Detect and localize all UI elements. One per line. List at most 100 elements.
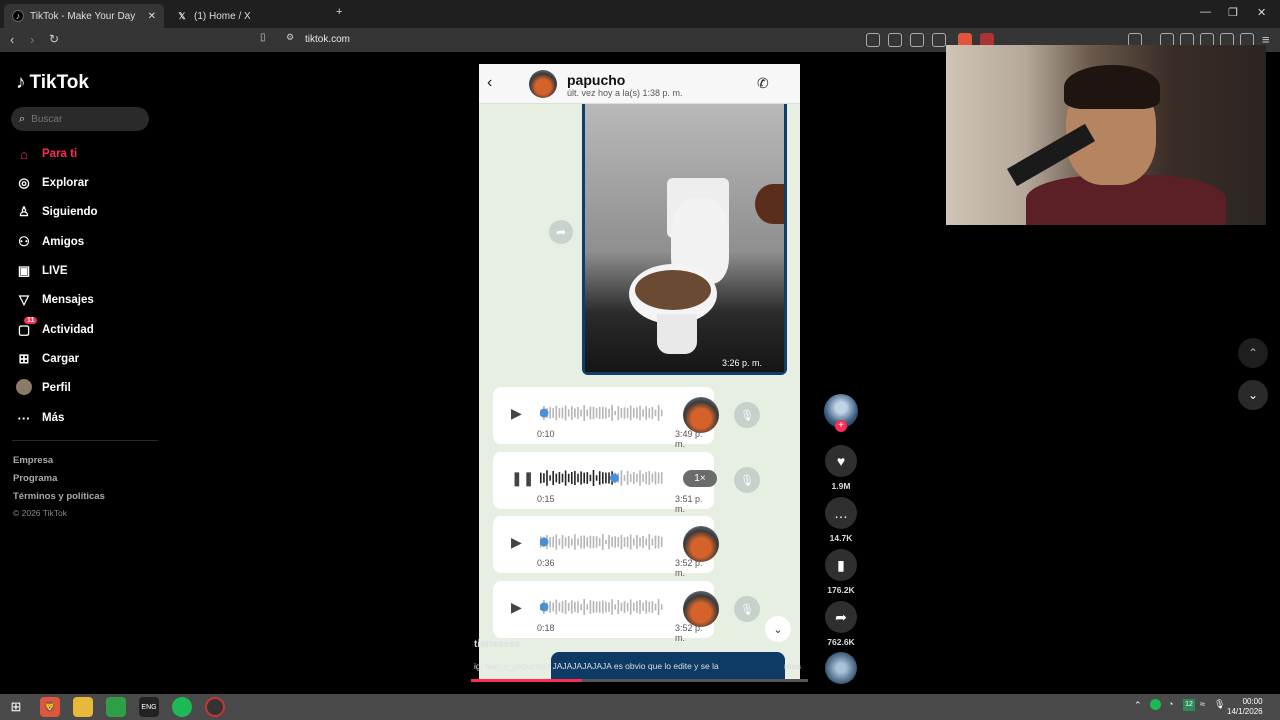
caption-more-link[interactable]: más [784, 661, 801, 671]
new-tab-icon[interactable]: + [336, 6, 342, 18]
waveform-bar [577, 473, 579, 483]
share-arrow-icon[interactable]: ➦ [825, 601, 857, 633]
system-clock[interactable]: 00:00 14/1/2026 [1227, 697, 1263, 717]
microphone-tray-icon[interactable]: 🎙 [1214, 699, 1225, 710]
tray-expand-icon[interactable]: ⌃ [1134, 700, 1142, 711]
close-tab-icon[interactable]: ✕ [148, 11, 156, 22]
footer-link-empresa[interactable]: Empresa [13, 455, 53, 466]
waveform-bar [639, 537, 641, 547]
sidebar-item-amigos[interactable]: ⚇ Amigos [16, 232, 84, 252]
follow-button[interactable]: + [835, 420, 847, 432]
maximize-icon[interactable]: ❐ [1228, 6, 1238, 19]
profile-avatar [16, 378, 32, 398]
video-progress-bar[interactable] [471, 679, 808, 682]
waveform-bar [623, 537, 626, 547]
copyright: © 2026 TikTok [13, 508, 67, 518]
search-icon: ⌕ [19, 112, 26, 125]
waveform-bar [629, 534, 632, 550]
like-action[interactable]: ♥ 1.9M [822, 445, 860, 491]
bookmark-icon[interactable]: ▮ [825, 549, 857, 581]
previous-video-button[interactable]: ⌃ [1238, 338, 1268, 368]
extension-icon[interactable] [888, 33, 902, 47]
voice-time: 3:52 p. m. [675, 558, 703, 578]
waveform-bar [651, 538, 654, 546]
search-input[interactable] [31, 113, 132, 125]
save-action[interactable]: ▮ 176.2K [822, 549, 860, 595]
waveform-bar [617, 600, 620, 614]
waveform-bar [567, 602, 570, 612]
heart-icon[interactable]: ♥ [825, 445, 857, 477]
waveform-bar [564, 537, 567, 547]
extension-icon[interactable] [866, 33, 880, 47]
contact-status: últ. vez hoy a la(s) 1:38 p. m. [567, 88, 683, 98]
share-action[interactable]: ➦ 762.6K [822, 601, 860, 647]
obs-icon[interactable] [205, 697, 225, 717]
app-icon[interactable] [106, 697, 126, 717]
tray-icon[interactable]: ◔ [1168, 699, 1173, 709]
tab-x[interactable]: 𝕏 (1) Home / X [168, 4, 328, 28]
waveform-bar [605, 472, 607, 484]
site-info-icon[interactable]: ⚙ [286, 32, 294, 43]
video-player[interactable]: ‹ papucho últ. vez hoy a la(s) 1:38 p. m… [479, 64, 800, 682]
waveform-bar [611, 536, 613, 548]
windows-start-icon[interactable]: ⊞ [6, 697, 26, 717]
sidebar-item-cargar[interactable]: ⊞ Cargar [16, 349, 80, 369]
sidebar-item-mas[interactable]: ··· Más [16, 408, 65, 428]
sidebar-item-live[interactable]: ▣ LIVE [16, 261, 68, 281]
waveform-bar [586, 537, 589, 547]
sidebar-item-perfil[interactable]: Perfil [16, 378, 71, 398]
url-field[interactable]: tiktok.com [305, 34, 350, 45]
waveform-bar [595, 475, 598, 481]
waveform-bar [595, 408, 598, 418]
waveform-bar [608, 535, 610, 549]
bookmark-icon[interactable]: ▯ [260, 32, 266, 43]
sidebar-item-mensajes[interactable]: ▽ Mensajes [16, 290, 94, 310]
tab-tiktok[interactable]: ♪ TikTok - Make Your Day ✕ [4, 4, 164, 28]
waveform-bar [574, 408, 576, 418]
footer-link-terminos[interactable]: Términos y políticas [13, 491, 105, 502]
waveform-bar [580, 409, 582, 417]
waveform-bar [626, 602, 629, 612]
wifi-icon[interactable]: ≈ [1200, 699, 1205, 709]
sidebar-item-siguiendo[interactable]: ♙ Siguiendo [16, 202, 97, 222]
share-icon[interactable] [932, 33, 946, 47]
minimize-icon[interactable]: — [1200, 6, 1211, 18]
waveform-bar [592, 470, 595, 486]
footer-link-programa[interactable]: Programa [13, 473, 57, 484]
waveform-bar [633, 472, 635, 484]
tray-badge-icon[interactable]: 12 [1183, 699, 1195, 711]
terminal-icon[interactable]: ENG [139, 697, 159, 717]
waveform-bar [660, 472, 663, 484]
next-video-button[interactable]: ⌄ [1238, 380, 1268, 410]
back-icon[interactable]: ‹ [10, 32, 14, 47]
search-box[interactable]: ⌕ [11, 107, 149, 131]
close-window-icon[interactable]: ✕ [1257, 6, 1266, 19]
waveform-bar [564, 599, 567, 615]
video-author[interactable]: tiarisssss [474, 639, 520, 650]
music-disc-icon[interactable] [825, 652, 857, 684]
waveform-bar [583, 405, 585, 421]
waveform-bar [571, 538, 573, 546]
comment-action[interactable]: … 14.7K [822, 497, 860, 543]
comment-icon[interactable]: … [825, 497, 857, 529]
waveform-bar [623, 475, 626, 481]
waveform-bar [633, 408, 635, 418]
sidebar-item-actividad[interactable]: ▢ 11 Actividad [16, 317, 94, 340]
tiktok-logo[interactable]: ♪ TikTok [16, 72, 89, 94]
forward-icon[interactable]: › [30, 32, 34, 47]
brave-icon[interactable]: 🦁 [40, 697, 60, 717]
voice-time: 3:49 p. m. [675, 429, 703, 449]
waveform-bar [617, 406, 620, 420]
file-explorer-icon[interactable] [73, 697, 93, 717]
waveform-bar [549, 475, 551, 481]
waveform-bar [555, 599, 558, 615]
sidebar-item-para-ti[interactable]: ⌂ Para ti [16, 144, 77, 164]
spotify-tray-icon[interactable] [1150, 699, 1161, 710]
sidebar-item-explorar[interactable]: ◎ Explorar [16, 173, 88, 193]
translate-icon[interactable] [910, 33, 924, 47]
spotify-icon[interactable] [172, 697, 192, 717]
waveform-bar [633, 602, 635, 612]
reload-icon[interactable]: ↻ [49, 32, 59, 46]
messages-icon: ▽ [19, 292, 29, 307]
waveform-bar [602, 534, 604, 550]
